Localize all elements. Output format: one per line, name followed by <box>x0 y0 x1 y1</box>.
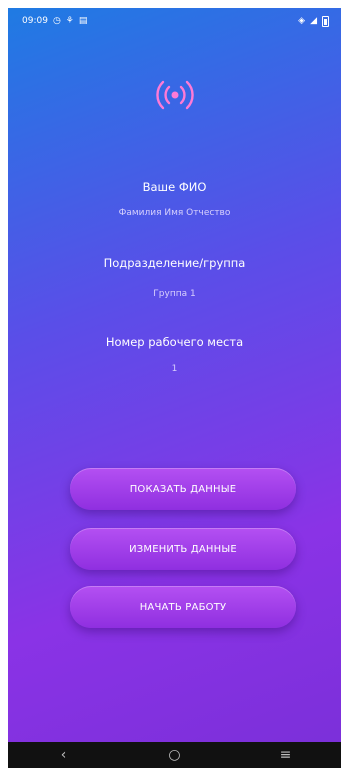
status-right: ◈ ◢ <box>298 15 329 27</box>
group-label: Подразделение/группа <box>103 256 246 270</box>
system-nav-bar: ‹ ○ ≡ <box>8 742 341 768</box>
back-icon[interactable]: ‹ <box>44 748 84 762</box>
fio-label: Ваше ФИО <box>142 180 207 194</box>
notification-icon: ⚘ <box>65 15 74 26</box>
nfc-icon <box>152 72 198 118</box>
home-icon[interactable]: ○ <box>155 748 195 762</box>
battery-icon <box>322 15 329 27</box>
app-screen: 09:09 ◷ ⚘ ▤ ◈ ◢ Ваше ФИО Фамилия Имя Отч… <box>8 8 341 768</box>
status-left: 09:09 ◷ ⚘ ▤ <box>22 16 87 26</box>
workplace-label: Номер рабочего места <box>105 335 244 349</box>
workplace-value: 1 <box>171 364 178 374</box>
signal-icon: ◢ <box>310 15 317 26</box>
start-work-button[interactable]: НАЧАТЬ РАБОТУ <box>70 586 296 628</box>
show-data-button[interactable]: ПОКАЗАТЬ ДАННЫЕ <box>70 468 296 510</box>
fio-value: Фамилия Имя Отчество <box>118 208 231 218</box>
group-value: Группа 1 <box>153 289 196 299</box>
alarm-icon: ◷ <box>52 15 61 26</box>
message-icon: ▤ <box>78 15 88 26</box>
status-bar: 09:09 ◷ ⚘ ▤ ◈ ◢ <box>8 8 341 34</box>
status-time: 09:09 <box>22 16 48 26</box>
wifi-icon: ◈ <box>298 15 306 26</box>
recents-icon[interactable]: ≡ <box>266 748 306 762</box>
edit-data-button[interactable]: ИЗМЕНИТЬ ДАННЫЕ <box>70 528 296 570</box>
